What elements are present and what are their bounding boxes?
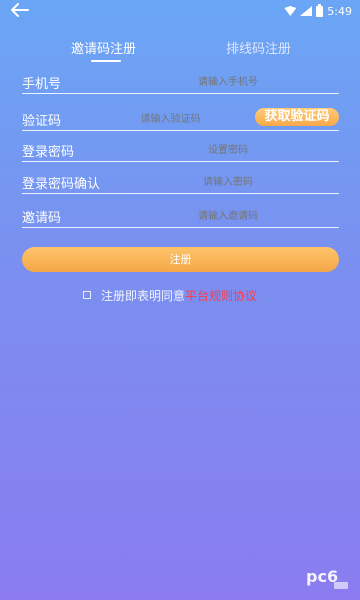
agreement-row: 注册即表明同意 平台规则协议 xyxy=(83,287,257,303)
code-underline xyxy=(22,130,339,131)
back-arrow-icon[interactable] xyxy=(10,2,34,22)
phone-label: 手机号 xyxy=(22,77,62,92)
agreement-checkbox[interactable] xyxy=(83,291,91,299)
password-confirm-underline xyxy=(22,193,339,194)
invite-row: 邀请码 xyxy=(22,200,339,228)
agreement-text: 注册即表明同意 xyxy=(101,288,186,303)
code-label: 验证码 xyxy=(22,114,62,129)
tab-invite-register[interactable]: 邀请码注册 xyxy=(71,38,136,57)
phone-row: 手机号 xyxy=(22,66,339,94)
invite-label: 邀请码 xyxy=(22,211,62,226)
code-input[interactable] xyxy=(92,111,249,127)
password-input[interactable] xyxy=(117,142,339,158)
signal-icon xyxy=(300,6,313,16)
password-label: 登录密码 xyxy=(22,145,75,160)
pc6-watermark-logo: pc6 xyxy=(304,562,350,592)
status-time: 5:49 xyxy=(327,4,352,18)
register-button[interactable]: 注册 xyxy=(22,247,339,272)
agreement-link[interactable]: 平台规则协议 xyxy=(185,287,257,304)
invite-input[interactable] xyxy=(117,208,339,224)
status-bar: 5:49 xyxy=(0,0,360,22)
password-row: 登录密码 xyxy=(22,134,339,162)
wifi-icon xyxy=(284,6,296,16)
tab-line-register[interactable]: 排线码注册 xyxy=(226,38,291,57)
invite-underline xyxy=(22,227,339,228)
svg-text:pc6: pc6 xyxy=(306,567,338,586)
get-code-button[interactable]: 获取验证码 xyxy=(255,108,339,126)
password-confirm-row: 登录密码确认 xyxy=(22,166,339,194)
password-confirm-input[interactable] xyxy=(117,174,339,190)
password-underline xyxy=(22,161,339,162)
battery-icon xyxy=(316,3,324,17)
password-confirm-label: 登录密码确认 xyxy=(22,177,101,192)
active-tab-indicator xyxy=(91,60,121,62)
code-row: 验证码 获取验证码 xyxy=(22,103,339,131)
register-tabs: 邀请码注册 排线码注册 xyxy=(0,38,360,68)
status-indicators: 5:49 xyxy=(284,3,352,19)
phone-input[interactable] xyxy=(117,74,339,90)
phone-underline xyxy=(22,93,339,94)
